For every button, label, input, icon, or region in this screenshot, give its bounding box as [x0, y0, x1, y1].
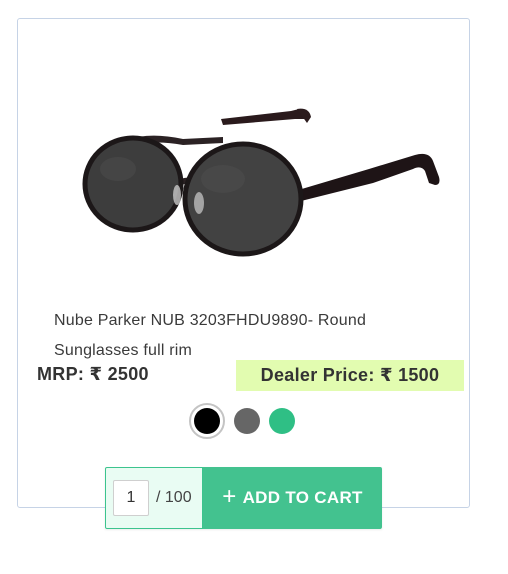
product-image[interactable]: [73, 79, 453, 279]
color-swatches: [189, 403, 295, 439]
dealer-price: Dealer Price: ₹ 1500: [236, 360, 464, 391]
quantity-box: / 100: [105, 467, 203, 529]
color-swatch-green[interactable]: [269, 408, 295, 434]
quantity-input[interactable]: [113, 480, 149, 516]
dealer-price-label: Dealer Price: ₹ 1500: [260, 365, 440, 385]
color-swatch-black[interactable]: [189, 403, 225, 439]
product-title-line1: Nube Parker NUB 3203FHDU9890- Round: [54, 312, 367, 329]
black-dot: [194, 408, 220, 434]
plus-icon: +: [222, 483, 237, 510]
add-to-cart-button[interactable]: + ADD TO CART: [203, 467, 382, 529]
quantity-max: / 100: [156, 489, 192, 506]
product-title[interactable]: Nube Parker NUB 3203FHDU9890- Round Sung…: [54, 306, 464, 366]
color-swatch-grey[interactable]: [234, 408, 260, 434]
mrp-price: MRP: ₹ 2500: [37, 364, 149, 384]
add-to-cart-row: / 100 + ADD TO CART: [105, 467, 382, 529]
add-to-cart-label: ADD TO CART: [242, 488, 363, 507]
